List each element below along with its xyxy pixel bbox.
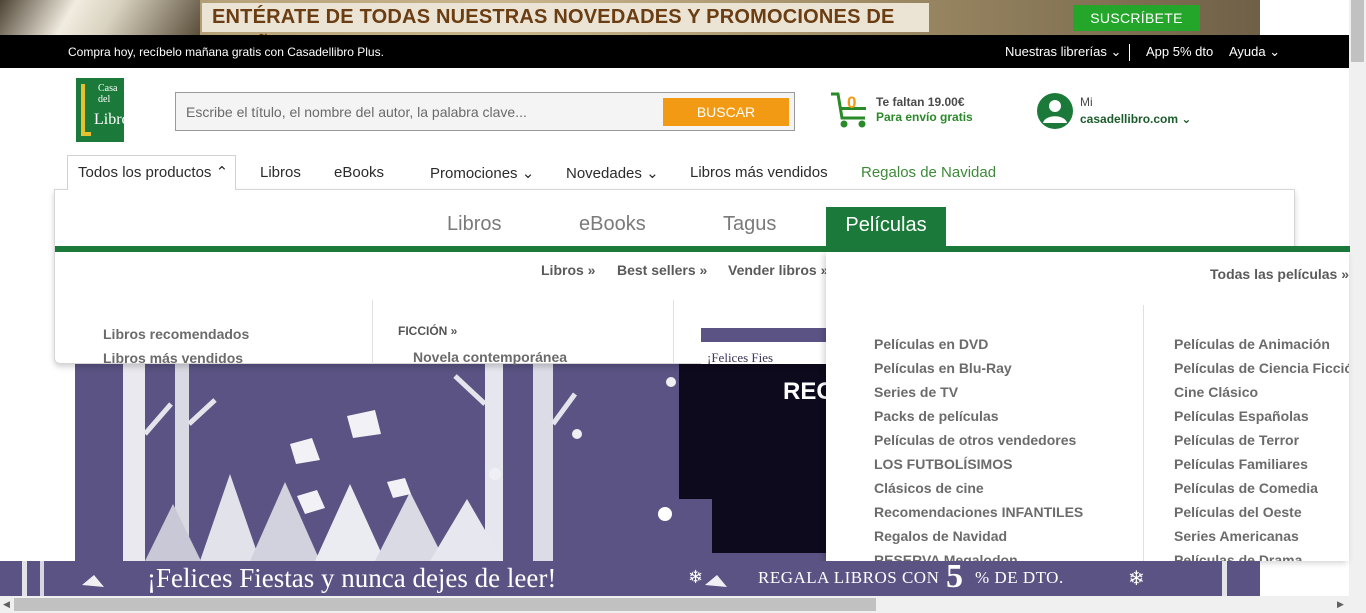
promo-text: ENTÉRATE DE TODAS NUESTRAS NOVEDADES Y P… (202, 3, 929, 32)
link-peliculas-animacion[interactable]: Películas de Animación (1174, 336, 1330, 352)
logo-line2: del (98, 94, 111, 105)
link-clasicos-cine[interactable]: Clásicos de cine (874, 480, 984, 496)
link-peliculas-familiares[interactable]: Películas Familiares (1174, 456, 1308, 472)
stores-menu[interactable]: Nuestras librerías ⌄ (1005, 44, 1121, 60)
nav-novedades[interactable]: Novedades ⌄ (566, 164, 659, 182)
link-peliculas-oeste[interactable]: Películas del Oeste (1174, 504, 1302, 520)
scroll-right-icon[interactable]: ▶ (1337, 599, 1344, 610)
chevron-up-icon: ⌃ (215, 164, 229, 181)
sublink-vender-libros[interactable]: Vender libros » (728, 262, 828, 278)
chevron-down-icon: ⌄ (1181, 112, 1192, 126)
cart-count: 0 (847, 93, 857, 112)
link-peliculas-comedia[interactable]: Películas de Comedia (1174, 480, 1318, 496)
link-peliculas-dvd[interactable]: Películas en DVD (874, 336, 988, 352)
chevron-down-icon: ⌄ (1110, 44, 1122, 59)
subscribe-button[interactable]: SUSCRÍBETE (1073, 5, 1200, 31)
link-todas-peliculas[interactable]: Todas las películas » (1210, 266, 1349, 282)
link-novela-contemporanea[interactable]: Novela contemporánea (413, 349, 567, 365)
stores-menu-label: Nuestras librerías (1005, 44, 1107, 59)
category-ficcion[interactable]: FICCIÓN » (398, 324, 457, 338)
nav-promociones[interactable]: Promociones ⌄ (430, 164, 534, 182)
search-input[interactable] (186, 102, 656, 122)
nav-mas-vendidos[interactable]: Libros más vendidos (690, 164, 828, 181)
hero-dark-panel (712, 499, 826, 553)
scroll-left-icon[interactable]: ◀ (3, 599, 10, 610)
nav-all-products-label: Todos los productos (78, 164, 212, 181)
logo-line1: Casa (98, 83, 118, 94)
link-peliculas-bluray[interactable]: Películas en Blu-Ray (874, 360, 1012, 376)
column-divider (1143, 305, 1144, 561)
nav-regalos[interactable]: Regalos de Navidad (861, 164, 996, 181)
search-button[interactable]: BUSCAR (663, 98, 789, 126)
tab-libros[interactable]: Libros (447, 213, 501, 236)
link-recomendaciones-infantiles[interactable]: Recomendaciones INFANTILES (874, 504, 1083, 520)
chevron-down-icon: ⌄ (646, 165, 659, 182)
logo-line3: Libro (94, 111, 130, 128)
user-icon[interactable] (1036, 92, 1074, 130)
vertical-scroll-thumb[interactable] (1351, 0, 1364, 62)
link-regalos-navidad[interactable]: Regalos de Navidad (874, 528, 1007, 544)
sublink-libros[interactable]: Libros » (541, 262, 595, 278)
link-cine-clasico[interactable]: Cine Clásico (1174, 384, 1258, 400)
book-image (0, 0, 200, 35)
tab-peliculas[interactable]: Películas (826, 207, 946, 247)
banner-five: 5 (946, 558, 963, 595)
link-peliculas-terror[interactable]: Películas de Terror (1174, 432, 1299, 448)
link-peliculas-espanolas[interactable]: Películas Españolas (1174, 408, 1309, 424)
link-libros-mas-vendidos[interactable]: Libros más vendidos (103, 350, 243, 366)
link-packs-peliculas[interactable]: Packs de películas (874, 408, 999, 424)
shipping-message: Compra hoy, recíbelo mañana gratis con C… (68, 45, 384, 59)
nav-all-products[interactable]: Todos los productos ⌃ (67, 155, 236, 190)
account-site: casadellibro.com (1080, 112, 1179, 126)
banner-regala: REGALA LIBROS CON (758, 568, 940, 587)
top-bar: Compra hoy, recíbelo mañana gratis con C… (0, 35, 1349, 68)
vertical-scrollbar[interactable] (1349, 0, 1366, 613)
sublink-best-sellers[interactable]: Best sellers » (617, 262, 707, 278)
nav-libros[interactable]: Libros (260, 164, 301, 181)
link-libros-recomendados[interactable]: Libros recomendados (103, 326, 249, 342)
mini-banner-text: ¡Felices Fies (707, 350, 774, 364)
banner-background (701, 328, 827, 342)
app-link[interactable]: App 5% dto (1146, 44, 1213, 59)
chevron-down-icon: ⌄ (521, 165, 535, 182)
cart-free-shipping: Para envío gratis (876, 110, 973, 124)
nav-novedades-label: Novedades (566, 165, 642, 182)
link-series-americanas[interactable]: Series Americanas (1174, 528, 1299, 544)
search-bar: BUSCAR (175, 92, 795, 131)
cart-remaining: Te faltan 19.00€ (876, 95, 965, 109)
column-divider (673, 300, 674, 364)
svg-text:❄: ❄ (688, 567, 703, 587)
column-divider (372, 300, 373, 364)
promo-banner[interactable]: ENTÉRATE DE TODAS NUESTRAS NOVEDADES Y P… (0, 0, 1260, 35)
nav-ebooks[interactable]: eBooks (334, 164, 384, 181)
link-series-tv[interactable]: Series de TV (874, 384, 958, 400)
link-peliculas-ciencia-ficcion[interactable]: Películas de Ciencia Ficción (1174, 360, 1349, 376)
nav-promociones-label: Promociones (430, 165, 518, 182)
tab-ebooks[interactable]: eBooks (579, 213, 646, 236)
link-futbolisimos[interactable]: LOS FUTBOLÍSIMOS (874, 456, 1012, 472)
account-label: Mi (1080, 95, 1093, 109)
help-menu-label: Ayuda (1229, 44, 1266, 59)
horizontal-scroll-thumb[interactable] (14, 598, 876, 611)
chevron-down-icon: ⌄ (1269, 44, 1281, 59)
logo-mark (81, 84, 91, 136)
promo-mini-banner[interactable]: ¡Felices Fies (701, 328, 827, 364)
account-menu[interactable]: casadellibro.com ⌄ (1080, 112, 1191, 126)
svg-text:❄: ❄ (1128, 568, 1145, 590)
banner-dto: % DE DTO. (975, 568, 1064, 587)
peliculas-panel: Todas las películas » Películas en DVD P… (826, 252, 1349, 561)
help-menu[interactable]: Ayuda ⌄ (1229, 44, 1280, 60)
divider (1129, 44, 1130, 61)
link-peliculas-drama[interactable]: Películas de Drama (1174, 552, 1302, 561)
link-otros-vendedores[interactable]: Películas de otros vendedores (874, 432, 1076, 448)
tab-tagus[interactable]: Tagus (723, 213, 776, 236)
banner-headline: ¡Felices Fiestas y nunca dejes de leer! (147, 563, 557, 593)
site-logo[interactable]: Casa del Libro (76, 78, 130, 142)
